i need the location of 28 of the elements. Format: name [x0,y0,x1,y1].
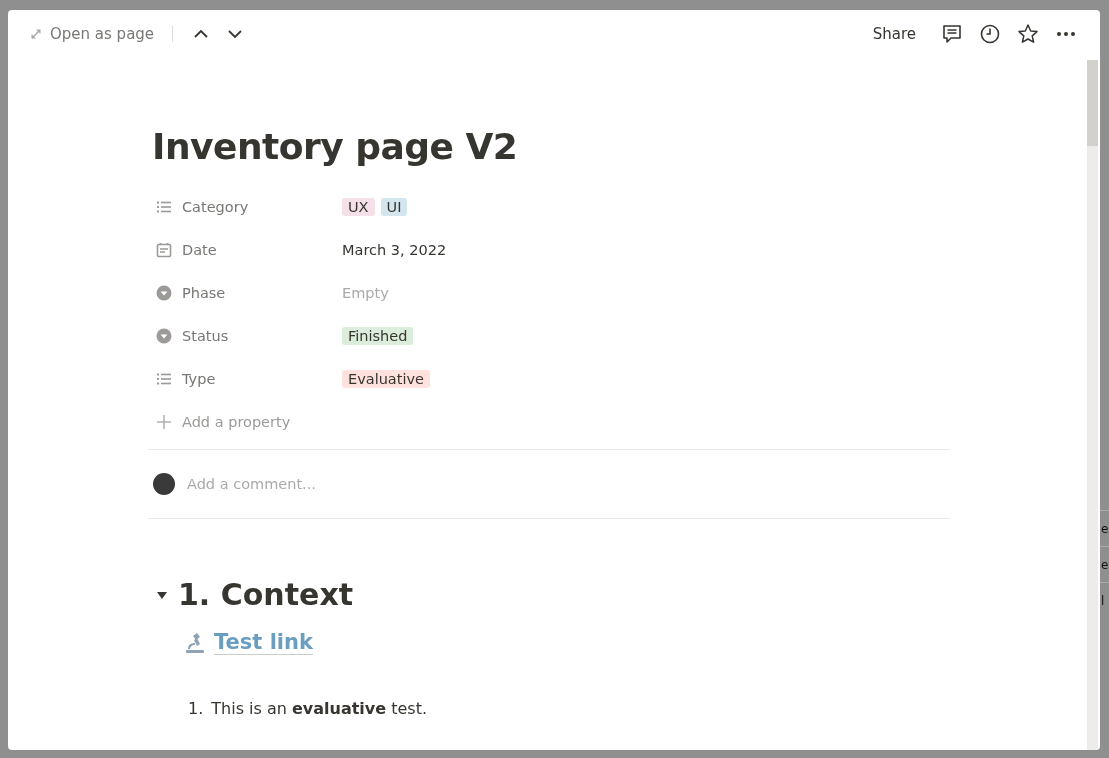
plus-icon [156,413,172,430]
page-title: Inventory page V2 [152,126,519,167]
scrollbar-thumb[interactable] [1087,60,1098,146]
dropdown-icon [156,327,172,344]
microscope-icon [184,631,206,654]
calendar-icon [156,241,172,258]
dropdown-icon [156,284,172,301]
tag: Evaluative [342,369,430,388]
scrollbar[interactable] [1087,60,1098,750]
list-number: 1. [188,699,204,718]
tag: Finished [342,326,414,345]
property-name[interactable]: Date [182,241,342,258]
section-heading: 1. Context [178,577,354,612]
property-name[interactable]: Type [182,370,342,387]
open-as-page-button[interactable]: Open as page [28,23,157,45]
list-item-text: This is an evaluative test. [211,699,428,718]
property-name[interactable]: Category [182,198,342,215]
property-name[interactable]: Status [182,327,342,344]
page-link[interactable]: Test link [214,630,313,655]
add-property-button[interactable]: Add a property [148,400,291,443]
expand-icon [30,28,42,40]
property-name[interactable]: Phase [182,284,342,301]
tag: UI [380,197,408,216]
property-value[interactable]: March 3, 2022 [342,241,447,258]
avatar [153,473,175,495]
property-value[interactable]: Empty [342,284,389,301]
share-button[interactable]: Share [866,24,922,44]
tag: UX [342,197,375,216]
